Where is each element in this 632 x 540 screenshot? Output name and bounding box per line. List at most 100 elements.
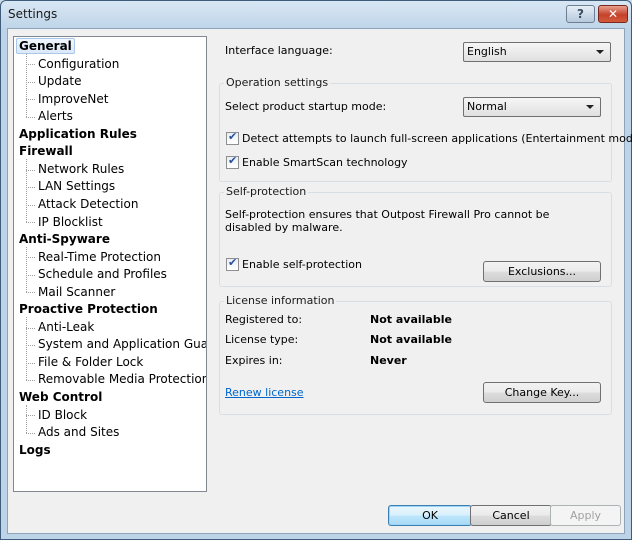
interface-language-select[interactable]: English [463, 42, 611, 62]
tree-item[interactable]: Real-Time Protection [14, 249, 161, 266]
settings-tree[interactable]: General Configuration Update ImproveNet Aler… [13, 36, 207, 492]
tree-item-label: Anti-Spyware [19, 232, 110, 247]
ok-button[interactable]: OK [388, 505, 472, 526]
self-protection-description: Self-protection ensures that Outpost Fir… [225, 208, 550, 234]
checkmark-icon: ✔ [228, 154, 238, 167]
tree-item[interactable]: System and Application Guard [14, 336, 207, 353]
help-button[interactable]: ? [566, 5, 595, 23]
expires-value: Never [370, 354, 407, 367]
tree-item-label: ID Block [38, 407, 88, 422]
entertainment-mode-label[interactable]: Detect attempts to launch full-screen ap… [242, 132, 632, 145]
chevron-down-icon [596, 50, 604, 54]
tree-connector [26, 274, 35, 276]
checkmark-icon: ✔ [228, 256, 238, 269]
startup-mode-value: Normal [467, 100, 507, 113]
close-icon: ✕ [607, 7, 619, 21]
startup-mode-select[interactable]: Normal [463, 97, 601, 117]
tree-item-label: General [16, 38, 75, 54]
entertainment-mode-checkbox[interactable]: ✔ [226, 130, 239, 145]
tree-connector [26, 362, 35, 364]
tree-item-label: Removable Media Protection [38, 372, 207, 387]
tree-item-label: Attack Detection [38, 196, 139, 211]
tree-connector [26, 432, 35, 434]
tree-item-label: Configuration [38, 56, 120, 71]
registered-to-label: Registered to: [225, 313, 303, 326]
tree-connector [26, 404, 27, 433]
operation-settings-group: Operation settings Select product startu… [219, 76, 632, 182]
self-protection-title: Self-protection [224, 185, 309, 198]
interface-language-value: English [467, 45, 507, 58]
tree-item-label: Firewall [19, 144, 73, 159]
tree-connector [26, 246, 27, 293]
license-title: License information [224, 294, 337, 307]
settings-window: Settings ? ✕ General Configuration Update I… [0, 0, 632, 540]
tree-connector [26, 187, 35, 189]
dialog-body: General Configuration Update ImproveNet Aler… [7, 28, 632, 534]
tree-connector [26, 222, 35, 224]
tree-item-label: Anti-Leak [38, 319, 95, 334]
tree-item[interactable]: Schedule and Profiles [14, 266, 167, 283]
tree-item[interactable]: Proactive Protection [14, 301, 158, 318]
smartscan-checkbox[interactable]: ✔ [226, 154, 239, 169]
checkmark-icon: ✔ [228, 130, 238, 143]
tree-item-label: System and Application Guard [38, 337, 207, 352]
tree-connector [26, 380, 35, 382]
tree-item-label: Update [38, 74, 82, 89]
tree-item[interactable]: Anti-Spyware [14, 231, 110, 248]
tree-connector [26, 169, 35, 171]
interface-language-label: Interface language: [225, 44, 333, 57]
tree-item-label: Web Control [19, 390, 103, 404]
self-protection-checkbox[interactable]: ✔ [226, 256, 239, 271]
tree-item[interactable]: ID Block [14, 407, 87, 424]
smartscan-label[interactable]: Enable SmartScan technology [242, 156, 408, 169]
operation-settings-title: Operation settings [224, 76, 331, 89]
window-title: Settings [8, 7, 58, 21]
tree-item[interactable]: Removable Media Protection [14, 371, 207, 388]
tree-item-label: Application Rules [19, 126, 137, 141]
tree-connector [26, 64, 35, 66]
tree-connector [26, 415, 35, 417]
tree-connector [26, 81, 35, 83]
renew-license-link[interactable]: Renew license [225, 386, 304, 399]
title-bar[interactable]: Settings ? ✕ [1, 1, 631, 27]
tree-item[interactable]: Firewall [14, 143, 73, 160]
tree-item-label: Logs [19, 442, 51, 457]
tree-connector [26, 53, 27, 117]
tree-item-label: Alerts [38, 109, 73, 124]
tree-item-label: Network Rules [38, 161, 125, 176]
tree-item-label: Ads and Sites [38, 425, 120, 440]
tree-item-label: ImproveNet [38, 91, 109, 106]
chevron-down-icon [586, 105, 594, 109]
tree-item[interactable]: General [14, 38, 75, 55]
exclusions-button[interactable]: Exclusions... [483, 261, 601, 282]
tree-item[interactable]: Web Control [14, 389, 102, 406]
self-protection-label[interactable]: Enable self-protection [242, 258, 362, 271]
tree-item[interactable]: Update [14, 73, 81, 90]
close-button[interactable]: ✕ [598, 5, 628, 23]
tree-item-label: Schedule and Profiles [38, 267, 167, 282]
change-key-button[interactable]: Change Key... [483, 382, 601, 403]
tree-item[interactable]: Logs [14, 442, 51, 459]
tree-connector [26, 158, 27, 223]
tree-connector [26, 345, 35, 347]
tree-item[interactable]: Application Rules [14, 126, 137, 143]
tree-item-label: Real-Time Protection [38, 249, 161, 264]
registered-to-value: Not available [370, 313, 452, 326]
license-group: License information Registered to: Not a… [219, 294, 612, 415]
tree-connector [26, 99, 35, 101]
tree-item-label: LAN Settings [38, 179, 116, 194]
self-protection-group: Self-protection Self-protection ensures … [219, 185, 612, 287]
tree-item-label: IP Blocklist [38, 214, 103, 229]
license-type-label: License type: [225, 333, 299, 346]
tree-connector [26, 116, 35, 118]
cancel-button[interactable]: Cancel [470, 505, 552, 526]
help-icon: ? [577, 7, 584, 21]
tree-item-label: Mail Scanner [38, 284, 116, 299]
tree-connector [26, 327, 35, 329]
tree-item[interactable]: Alerts [14, 108, 73, 125]
tree-item-label: File & Folder Lock [38, 354, 144, 369]
expires-label: Expires in: [225, 354, 283, 367]
tree-connector [26, 204, 35, 206]
apply-button[interactable]: Apply [550, 505, 621, 526]
tree-connector [26, 316, 27, 381]
